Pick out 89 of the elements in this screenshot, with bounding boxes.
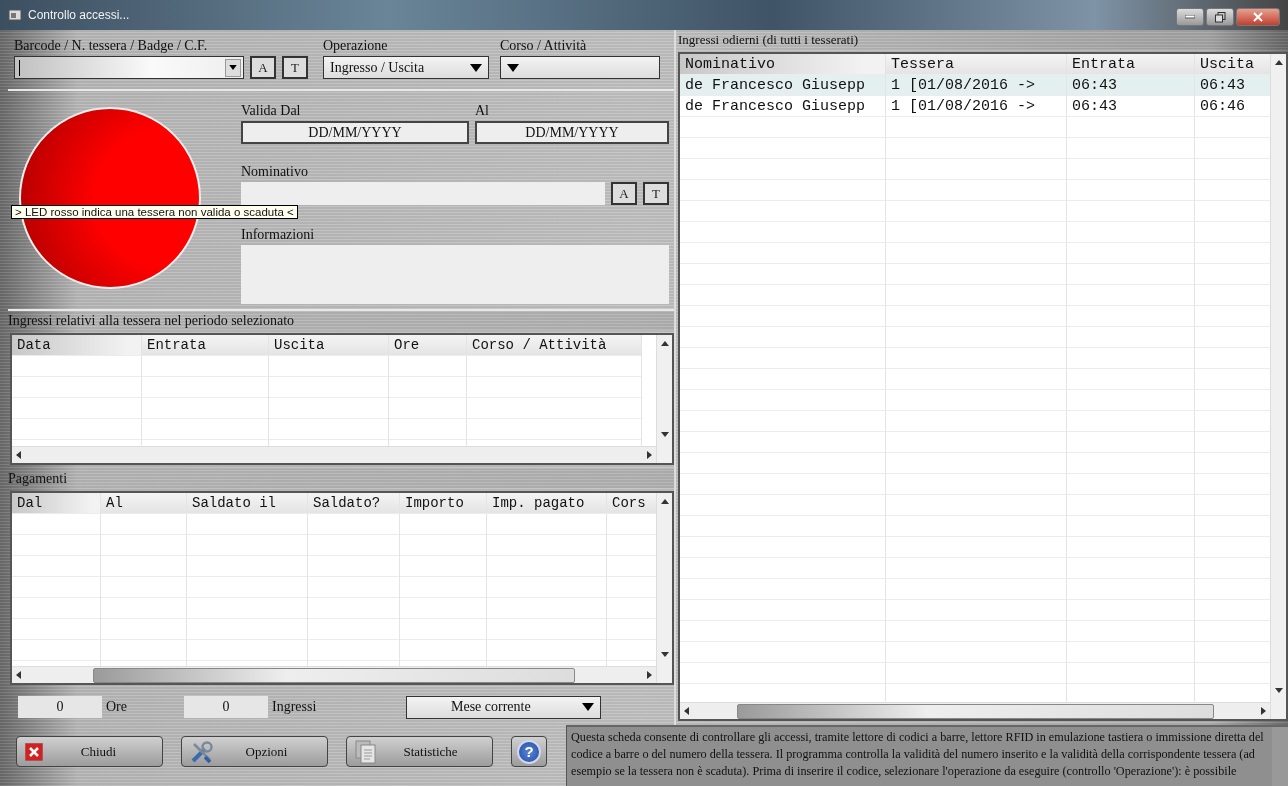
documents-icon (355, 739, 377, 764)
table-cell: 06:43 (1195, 75, 1270, 96)
field-label: Barcode / N. tessera / Badge / C.F. (14, 38, 209, 54)
section-title: Ingressi odierni (di tutti i tesserati) (678, 30, 1288, 49)
hours-count: 0 (18, 696, 102, 719)
caret-icon (229, 65, 237, 70)
scroll-left-icon[interactable] (684, 707, 689, 715)
lookup-button[interactable]: T (282, 56, 308, 79)
minimize-icon (1185, 15, 1195, 19)
column-header[interactable]: Dal (12, 493, 101, 515)
options-button[interactable]: Opzioni (181, 736, 328, 767)
table-cell: 1 [01/08/2016 -> (886, 96, 1067, 117)
vertical-scrollbar[interactable] (1270, 54, 1286, 719)
course-dropdown[interactable] (500, 56, 660, 79)
entries-label: Ingressi (272, 699, 318, 716)
column-header[interactable]: Entrata (1067, 54, 1195, 75)
operation-dropdown[interactable]: Ingresso / Uscita (323, 56, 489, 79)
column-header[interactable]: Corso / Attività (467, 335, 642, 357)
scroll-down-icon[interactable] (1274, 688, 1283, 693)
caret-icon (582, 703, 594, 712)
date-field[interactable]: DD/MM/YYYY (475, 121, 669, 145)
horizontal-scrollbar[interactable] (680, 702, 1270, 719)
scroll-up-icon[interactable] (660, 499, 669, 505)
table-cell: de Francesco Giusepp (680, 96, 886, 117)
scroll-left-icon[interactable] (16, 671, 21, 680)
field-label: Nominativo (241, 164, 309, 181)
table-cell: 06:43 (1067, 75, 1195, 96)
vertical-scrollbar[interactable] (656, 493, 672, 684)
scroll-left-icon[interactable] (16, 451, 21, 460)
scroll-right-icon[interactable] (647, 451, 652, 460)
table-cell: 06:43 (1067, 96, 1195, 117)
column-header[interactable]: Imp. pagato (487, 493, 607, 515)
scroll-right-icon[interactable] (1261, 707, 1266, 715)
column-header[interactable]: Uscita (1195, 54, 1270, 75)
column-header[interactable]: Entrata (142, 335, 269, 357)
help-button[interactable]: ? (511, 736, 547, 767)
section-title: Ingressi relativi alla tessera nel periodo selezionato (8, 311, 674, 331)
column-header[interactable]: Importo (400, 493, 487, 515)
table-cell: 1 [01/08/2016 -> (886, 75, 1067, 96)
field-label: Valida Dal (241, 103, 302, 120)
field-label: Operazione (323, 38, 389, 54)
table-cell: de Francesco Giusepp (680, 75, 886, 96)
lookup-button[interactable]: A (611, 182, 637, 206)
horizontal-scrollbar[interactable] (12, 666, 656, 684)
name-field[interactable] (241, 182, 605, 206)
tools-icon (190, 739, 214, 764)
scroll-down-icon[interactable] (660, 652, 669, 658)
scroll-up-icon[interactable] (1274, 60, 1283, 65)
section-title: Pagamenti (8, 469, 674, 489)
app-icon (8, 8, 22, 22)
tooltip: > LED rosso indica una tessera non valida o scaduta < (11, 205, 298, 220)
field-label: Al (475, 103, 490, 120)
info-field[interactable] (241, 245, 669, 305)
horizontal-scrollbar[interactable] (12, 446, 656, 464)
close-button[interactable] (1236, 8, 1280, 26)
maximize-button[interactable] (1206, 8, 1234, 26)
column-header[interactable]: Saldato? (308, 493, 400, 515)
field-label: Corso / Attività (500, 38, 588, 54)
close-button[interactable]: Chiudi (16, 736, 163, 767)
lookup-button[interactable]: A (250, 56, 276, 79)
period-dropdown[interactable]: Mese corrente (406, 695, 601, 719)
vertical-scrollbar[interactable] (656, 335, 672, 464)
column-header[interactable]: Data (12, 335, 142, 357)
close-icon (1253, 12, 1263, 22)
close-icon (25, 742, 43, 761)
lookup-button[interactable]: T (643, 182, 669, 206)
barcode-combo[interactable] (14, 56, 244, 79)
field-label: Informazioni (241, 227, 316, 244)
restore-icon (1214, 11, 1226, 23)
entries-count: 0 (184, 696, 268, 719)
table-row[interactable]: de Francesco Giusepp 1 [01/08/2016 -> 06:43 06:43 (680, 75, 1270, 96)
column-header[interactable]: Al (101, 493, 187, 515)
scroll-right-icon[interactable] (647, 671, 652, 680)
window-title: Controllo accessi... (28, 8, 130, 22)
scroll-down-icon[interactable] (660, 432, 669, 438)
hours-label: Ore (106, 699, 128, 716)
column-header[interactable]: Saldato il (187, 493, 308, 515)
caret-icon (507, 63, 519, 72)
description-text: Questa scheda consente di controllare gli accessi, tramite lettore di codici a barre, lettore RFID in emulazione tastiera o immissione diretta del codice a barre o del numero della tessera. Il programma controlla la validità del numero inserito e la validità della corrispondente tessera (ad esempio se la tessera non è scaduta). Prima di inserire il codice, selezionare l'operazione da eseguire (controllo 'Operazione'): è possibile (570, 729, 1265, 780)
column-header[interactable]: Nominativo (680, 54, 886, 75)
stats-button[interactable]: Statistiche (346, 736, 493, 767)
column-header[interactable]: Cors (607, 493, 656, 515)
date-field[interactable]: DD/MM/YYYY (241, 121, 469, 145)
caret-icon (470, 63, 482, 72)
vertical-scrollbar[interactable] (1272, 727, 1288, 786)
scroll-up-icon[interactable] (660, 341, 669, 347)
column-header[interactable]: Uscita (269, 335, 389, 357)
column-header[interactable]: Ore (389, 335, 467, 357)
column-header[interactable]: Tessera (886, 54, 1067, 75)
